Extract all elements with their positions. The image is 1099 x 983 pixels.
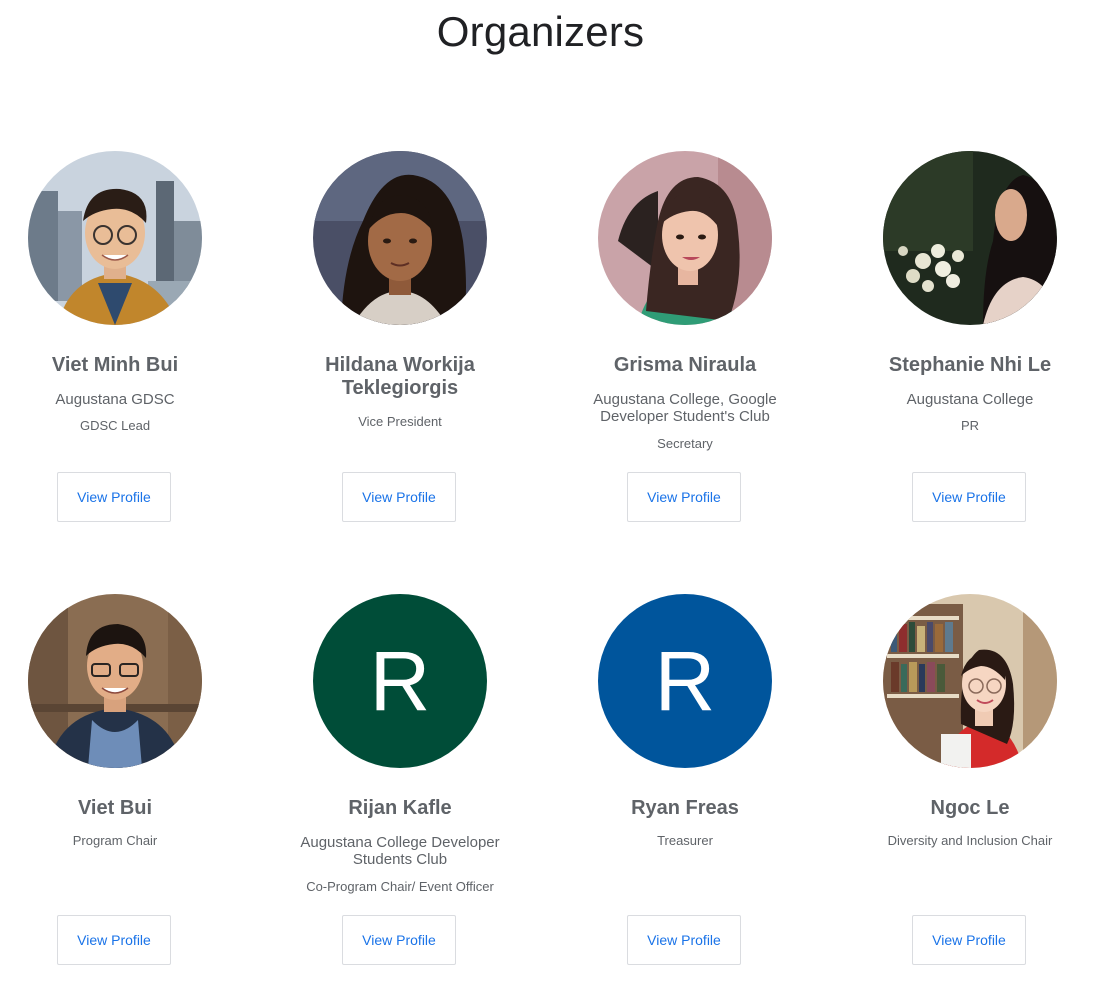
- organizer-name: Viet Minh Bui: [51, 354, 179, 376]
- avatar[interactable]: R: [598, 594, 772, 768]
- organizer-role: Program Chair: [72, 833, 158, 848]
- organizer-name: Rijan Kafle: [348, 797, 452, 819]
- view-profile-button[interactable]: View Profile: [912, 472, 1026, 522]
- view-profile-button[interactable]: View Profile: [627, 915, 741, 965]
- avatar[interactable]: [28, 594, 202, 768]
- organizer-name: Grisma Niraula: [613, 354, 757, 376]
- organizer-company: Augustana College: [906, 391, 1034, 408]
- organizer-company: Augustana College, Google Developer Stud…: [593, 391, 777, 425]
- page-title: Organizers: [436, 8, 645, 55]
- organizer-card: Viet Minh Bui Augustana GDSC GDSC Lead V…: [0, 151, 230, 541]
- organizer-company: Augustana College Developer Students Clu…: [300, 834, 500, 868]
- organizer-role: Vice President: [358, 414, 442, 429]
- organizer-role: Diversity and Inclusion Chair: [887, 833, 1053, 848]
- organizer-role: Secretary: [657, 436, 713, 451]
- organizer-card: Stephanie Nhi Le Augustana College PR Vi…: [855, 151, 1085, 541]
- organizer-card: Viet Bui Program Chair View Profile: [0, 594, 230, 983]
- avatar[interactable]: R: [313, 594, 487, 768]
- organizer-card: Ngoc Le Diversity and Inclusion Chair Vi…: [855, 594, 1085, 983]
- avatar[interactable]: [883, 594, 1057, 768]
- avatar[interactable]: [28, 151, 202, 325]
- view-profile-button[interactable]: View Profile: [342, 915, 456, 965]
- organizer-name: Ngoc Le: [930, 797, 1010, 819]
- view-profile-button[interactable]: View Profile: [57, 915, 171, 965]
- organizer-name: Viet Bui: [77, 797, 153, 819]
- view-profile-button[interactable]: View Profile: [912, 915, 1026, 965]
- organizer-card: Grisma Niraula Augustana College, Google…: [570, 151, 800, 541]
- organizer-card: R Rijan Kafle Augustana College Develope…: [285, 594, 515, 983]
- organizer-role: PR: [960, 418, 980, 433]
- organizers-page: Organizers Viet Minh Bui Augustana GDSC …: [0, 0, 1099, 983]
- avatar[interactable]: [598, 151, 772, 325]
- organizer-card: R Ryan Freas Treasurer View Profile: [570, 594, 800, 983]
- organizer-card: Hildana Workija Teklegiorgis Vice Presid…: [285, 151, 515, 541]
- avatar-initial: R: [654, 633, 716, 728]
- avatar[interactable]: [883, 151, 1057, 325]
- organizer-role: GDSC Lead: [79, 418, 151, 433]
- organizer-company: Augustana GDSC: [55, 391, 175, 408]
- avatar-initial: R: [369, 633, 431, 728]
- view-profile-button[interactable]: View Profile: [627, 472, 741, 522]
- view-profile-button[interactable]: View Profile: [57, 472, 171, 522]
- organizer-role: Co-Program Chair/ Event Officer: [306, 879, 494, 894]
- organizer-role: Treasurer: [657, 833, 713, 848]
- avatar[interactable]: [313, 151, 487, 325]
- organizer-name: Ryan Freas: [631, 797, 739, 819]
- organizer-name: Stephanie Nhi Le: [888, 354, 1052, 376]
- view-profile-button[interactable]: View Profile: [342, 472, 456, 522]
- organizer-name: Hildana Workija Teklegiorgis: [325, 354, 475, 399]
